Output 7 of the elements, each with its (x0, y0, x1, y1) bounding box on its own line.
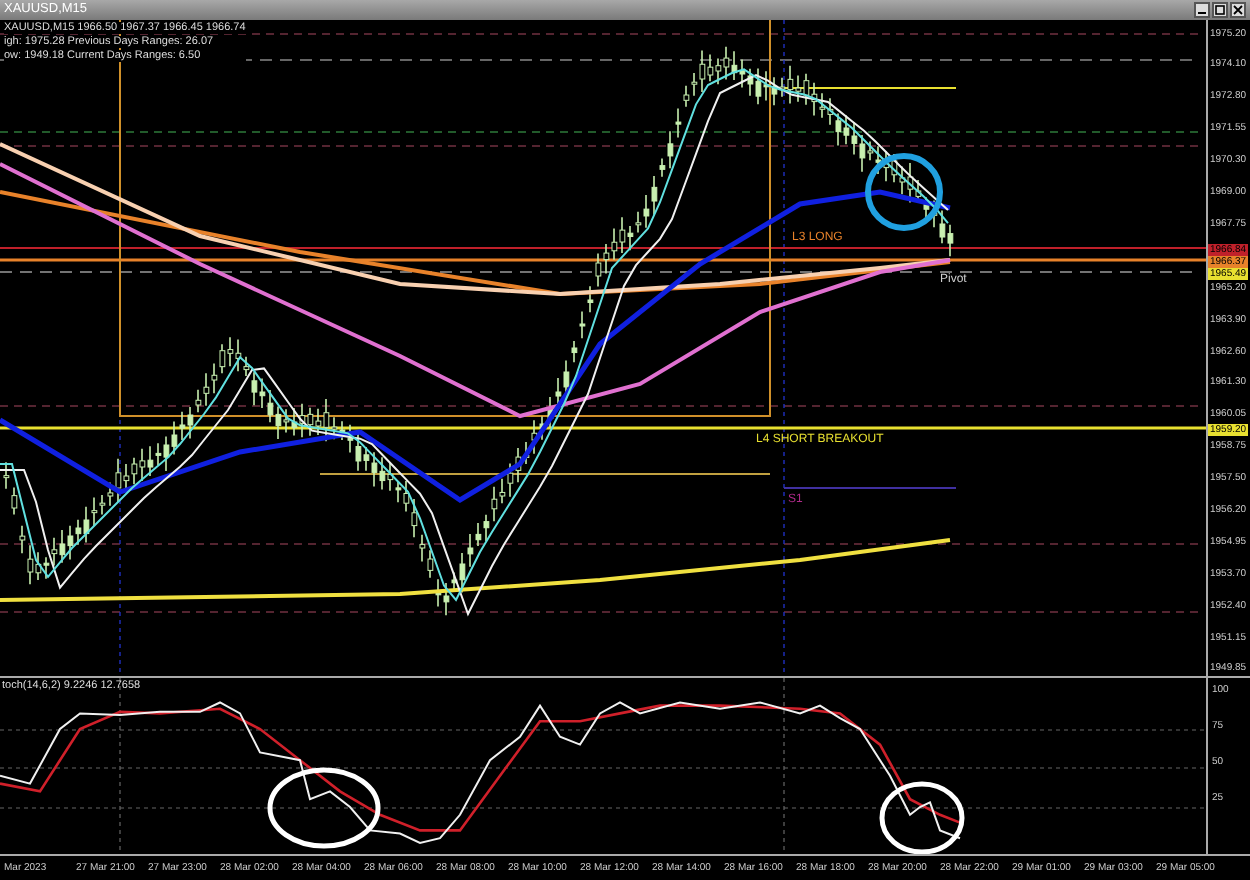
maximize-button[interactable] (1212, 1, 1228, 18)
highlight-ellipse (267, 766, 381, 848)
maximize-icon (1214, 3, 1226, 16)
minimize-button[interactable] (1194, 1, 1210, 18)
close-icon (1232, 3, 1244, 16)
highlight-circle (865, 152, 943, 231)
close-button[interactable] (1230, 1, 1246, 18)
